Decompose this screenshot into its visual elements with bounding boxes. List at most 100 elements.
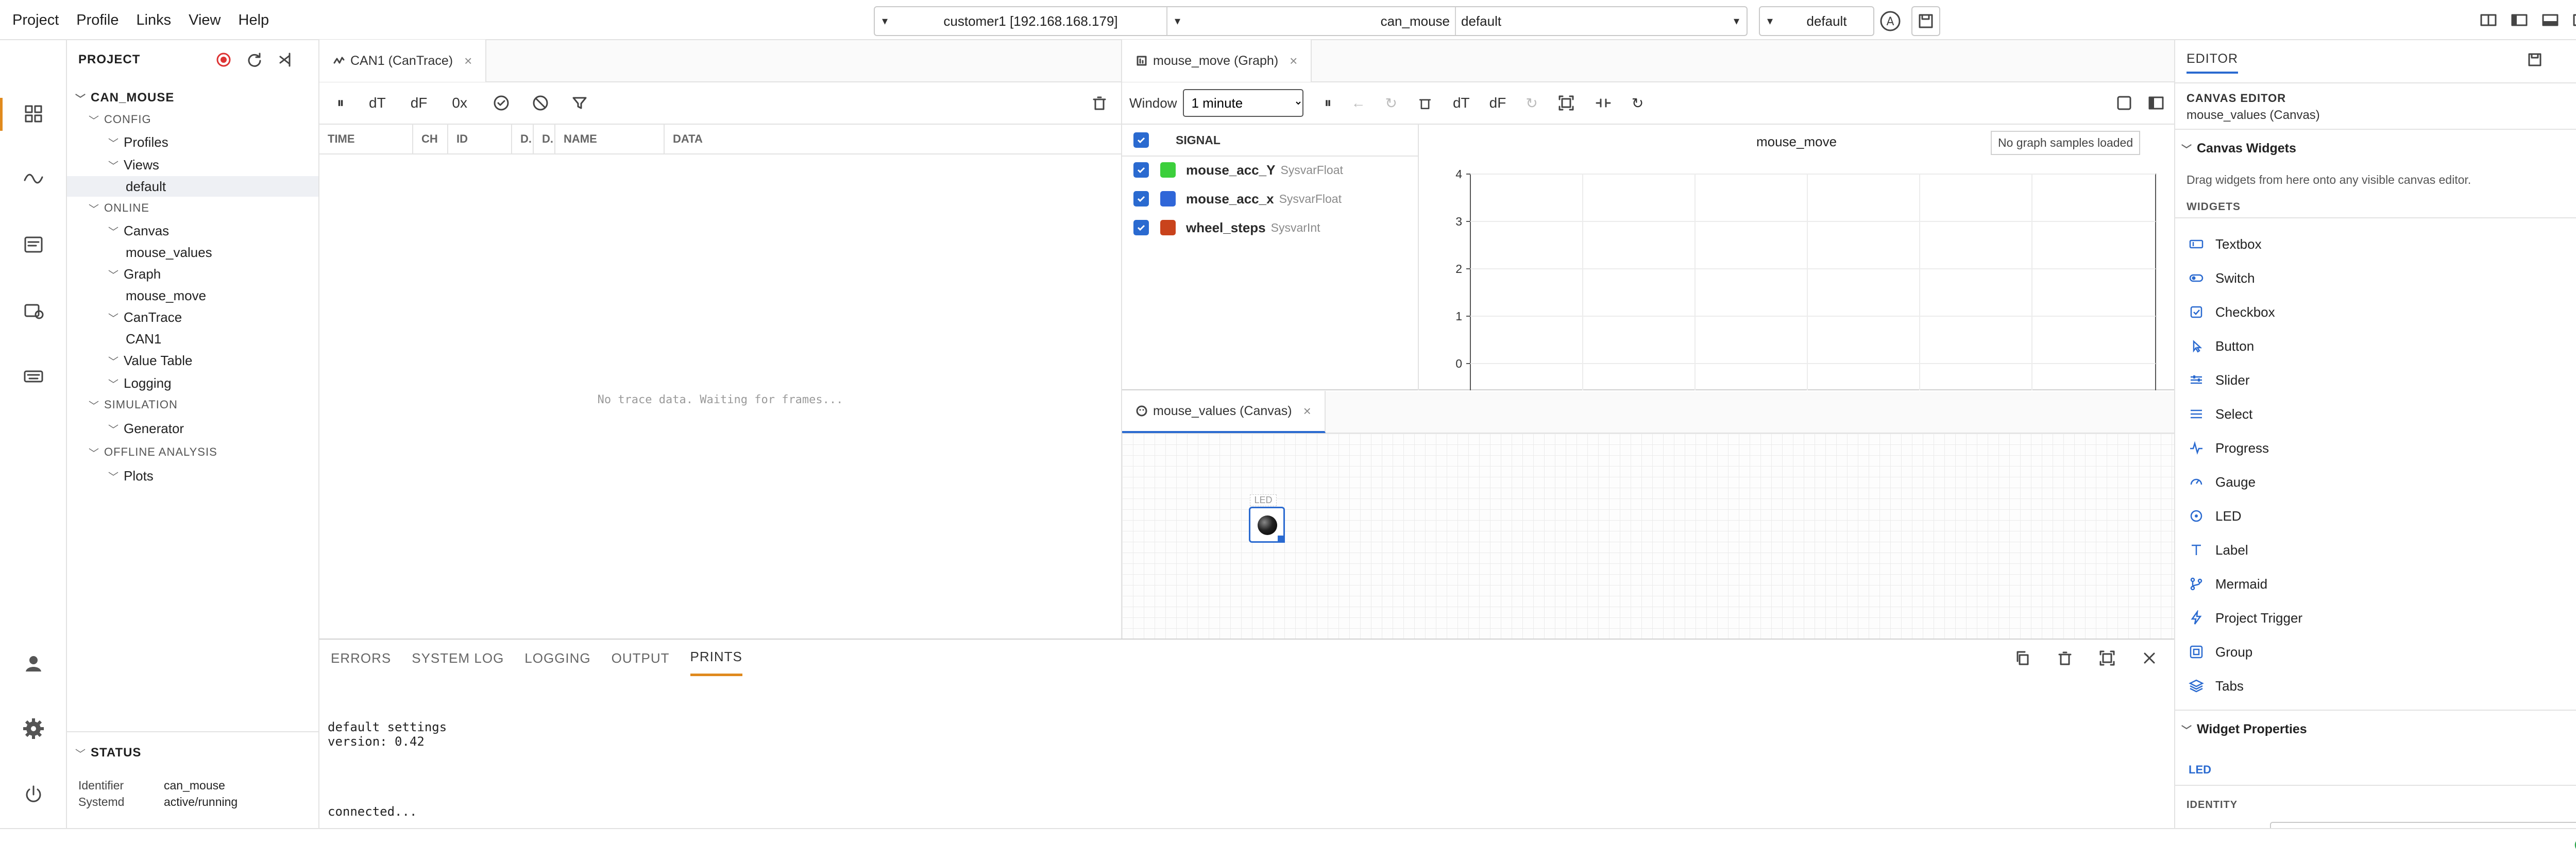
trash-icon[interactable] (1417, 95, 1433, 111)
close-icon[interactable]: × (1303, 403, 1311, 419)
close-icon[interactable]: × (464, 53, 472, 69)
refresh-icon[interactable]: ↻ (1632, 95, 1643, 112)
layout-split-icon[interactable] (2478, 10, 2499, 30)
menu-view[interactable]: View (189, 12, 221, 29)
menu-project[interactable]: Project (12, 12, 59, 29)
tree-item-mouse-move[interactable]: mouse_move (126, 285, 206, 306)
signal-checkbox[interactable] (1133, 220, 1149, 235)
window-select[interactable]: 1 minute (1183, 89, 1304, 117)
auto-connect-icon[interactable]: A (1877, 8, 1903, 34)
signal-checkbox[interactable] (1133, 162, 1149, 178)
pause-icon[interactable]: ⏸ (1324, 95, 1331, 112)
editor-tab[interactable]: EDITOR (2187, 51, 2238, 74)
trash-icon[interactable] (1090, 94, 1109, 112)
refresh-icon[interactable] (245, 50, 264, 69)
widget-mermaid[interactable]: Mermaid (2189, 574, 2267, 594)
tree-item-generator[interactable]: ﹀ Generator (108, 418, 184, 439)
widget-select[interactable]: Select (2189, 404, 2252, 424)
tree-item-value-table[interactable]: ﹀ Value Table (108, 350, 192, 371)
reset-zoom-icon[interactable]: ↻ (1526, 95, 1537, 112)
widget-project-trigger[interactable]: Project Trigger (2189, 608, 2302, 628)
maximize-icon[interactable] (2098, 649, 2116, 667)
signal-checkbox[interactable] (1133, 191, 1149, 206)
led-widget[interactable] (1249, 507, 1285, 543)
col-channel[interactable]: CH (413, 124, 448, 154)
menu-profile[interactable]: Profile (76, 12, 118, 29)
tab-canvas[interactable]: mouse_values (Canvas) × (1122, 391, 1326, 433)
tree-section-online[interactable]: ﹀ ONLINE (89, 198, 149, 218)
delta-time-button[interactable]: dT (369, 95, 386, 111)
tree-root[interactable]: ﹀ CAN_MOUSE (75, 88, 174, 108)
select-all-checkbox[interactable] (1133, 132, 1149, 148)
signal-color-swatch[interactable] (1160, 220, 1176, 235)
vscode-icon[interactable] (276, 50, 295, 69)
col-dlc[interactable]: D. (534, 124, 555, 154)
tree-item-profiles[interactable]: ﹀ Profiles (108, 132, 168, 152)
col-time[interactable]: TIME (319, 124, 413, 154)
tree-item-views-default[interactable]: default (67, 176, 318, 197)
redo-icon[interactable]: ↻ (1385, 95, 1397, 112)
signal-row[interactable]: mouse_acc_x SysvarFloat (1133, 188, 1342, 209)
hex-toggle-button[interactable]: 0x (452, 95, 467, 111)
menu-help[interactable]: Help (239, 12, 269, 29)
widget-checkbox[interactable]: Checkbox (2189, 302, 2275, 322)
canvas-widgets-header[interactable]: ﹀ Canvas Widgets (2181, 138, 2296, 159)
tree-item-canvas[interactable]: ﹀ Canvas (108, 220, 169, 241)
tree-section-simulation[interactable]: ﹀ SIMULATION (89, 394, 178, 415)
toggle-bottom-panel-icon[interactable] (2540, 10, 2561, 30)
widget-led[interactable]: LED (2189, 506, 2242, 526)
toggle-left-panel-icon[interactable] (2509, 10, 2530, 30)
toggle-right-panel-icon[interactable] (2571, 10, 2576, 30)
fit-screen-icon[interactable] (1557, 94, 1575, 112)
tree-item-mouse-values[interactable]: mouse_values (126, 242, 212, 263)
status-header[interactable]: ﹀ STATUS (75, 743, 141, 763)
filter-icon[interactable] (570, 94, 589, 112)
signal-row[interactable]: wheel_steps SysvarInt (1133, 217, 1320, 238)
back-arrow-icon[interactable]: ← (1351, 95, 1366, 111)
tree-section-offline-analysis[interactable]: ﹀ OFFLINE ANALYSIS (89, 442, 217, 462)
signal-wave-icon[interactable] (21, 166, 46, 192)
tab-system-log[interactable]: SYSTEM LOG (412, 640, 504, 676)
power-icon[interactable] (21, 782, 46, 807)
signal-color-swatch[interactable] (1160, 162, 1176, 178)
widget-progress[interactable]: Progress (2189, 438, 2269, 458)
signal-row[interactable]: mouse_acc_Y SysvarFloat (1133, 160, 1343, 180)
user-icon[interactable] (21, 651, 46, 677)
delta-time-button[interactable]: dT (1453, 95, 1470, 111)
trash-icon[interactable] (2056, 649, 2074, 667)
project-select[interactable]: ▾ can_mouse (1167, 7, 1456, 35)
tree-item-can1[interactable]: CAN1 (126, 329, 161, 349)
pause-icon[interactable]: ⏸ (337, 95, 344, 112)
resize-handle[interactable] (1278, 536, 1285, 543)
tree-item-plots[interactable]: ﹀ Plots (108, 466, 154, 486)
tab-graph[interactable]: mouse_move (Graph) × (1122, 40, 1312, 82)
side-panel-icon[interactable] (2147, 94, 2165, 112)
widget-slider[interactable]: Slider (2189, 370, 2249, 390)
tab-logging[interactable]: LOGGING (524, 640, 590, 676)
col-name[interactable]: NAME (555, 124, 665, 154)
col-dir[interactable]: D. (512, 124, 534, 154)
canvas-editor-grid[interactable]: LED (1122, 434, 2174, 639)
settings-gear-icon[interactable] (21, 716, 46, 742)
cursor-icon[interactable] (1595, 94, 1612, 112)
tree-item-graph[interactable]: ﹀ Graph (108, 264, 161, 284)
record-icon[interactable] (214, 50, 233, 69)
network-settings-icon[interactable] (21, 298, 46, 323)
close-icon[interactable] (2140, 649, 2159, 667)
save-icon[interactable] (2526, 50, 2544, 69)
widget-label-item[interactable]: Label (2189, 540, 2248, 560)
tree-item-cantrace[interactable]: ﹀ CanTrace (108, 307, 182, 328)
tab-cantrace[interactable]: CAN1 (CanTrace) × (319, 40, 487, 82)
tree-item-logging[interactable]: ﹀ Logging (108, 373, 172, 393)
widget-button[interactable]: Button (2189, 336, 2254, 356)
widget-tabs[interactable]: Tabs (2189, 676, 2244, 696)
widget-group[interactable]: Group (2189, 642, 2252, 662)
col-data[interactable]: DATA (665, 124, 1121, 154)
col-id[interactable]: ID (448, 124, 512, 154)
keyboard-icon[interactable] (21, 364, 46, 389)
check-circle-icon[interactable] (492, 94, 511, 112)
view-select[interactable]: ▾ default (1759, 6, 1874, 36)
checkbox-icon[interactable] (2115, 94, 2133, 112)
widget-properties-header[interactable]: ﹀ Widget Properties (2181, 719, 2307, 739)
save-connection-button[interactable] (1911, 6, 1940, 36)
